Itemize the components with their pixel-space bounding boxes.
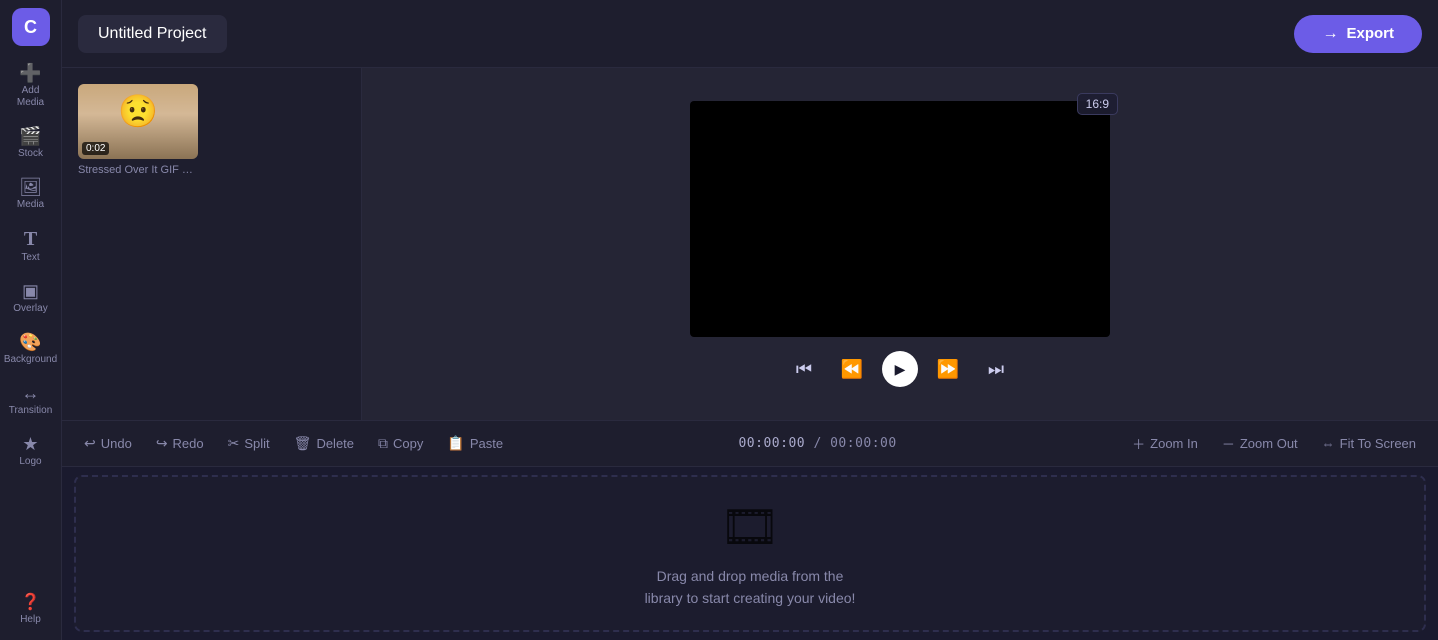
- timeline-toolbar: ↩ Undo ↪ Redo ✂ Split 🗑 Delete ⧉ Copy 📋: [62, 421, 1438, 467]
- overlay-icon: ▣: [22, 282, 39, 300]
- rewind-icon: ⏪: [841, 359, 863, 380]
- fast-forward-icon: ⏩: [937, 359, 959, 380]
- skip-end-button[interactable]: ⏭: [978, 351, 1014, 387]
- split-button[interactable]: ✂ Split: [218, 429, 280, 458]
- add-media-icon: ➕: [19, 64, 41, 82]
- undo-label: Undo: [101, 436, 132, 451]
- timecode-total: 00:00:00: [830, 436, 897, 451]
- undo-button[interactable]: ↩ Undo: [74, 429, 142, 458]
- playback-controls: ⏮ ⏪ ▶ ⏩ ⏭: [786, 351, 1014, 387]
- media-icon: 🖼: [19, 178, 42, 196]
- paste-label: Paste: [470, 436, 503, 451]
- copy-icon: ⧉: [378, 435, 388, 452]
- zoom-out-button[interactable]: － Zoom Out: [1212, 428, 1308, 459]
- media-panel: 0:02 Stressed Over It GIF by ...: [62, 68, 362, 420]
- help-icon: ❓: [21, 595, 41, 611]
- skip-end-icon: ⏭: [988, 359, 1004, 380]
- timecode-current: 00:00:00: [738, 436, 805, 451]
- sidebar-item-media[interactable]: 🖼 Media: [4, 170, 58, 217]
- split-icon: ✂: [228, 435, 240, 452]
- copy-button[interactable]: ⧉ Copy: [368, 429, 433, 458]
- sidebar-item-label: Background: [4, 354, 57, 366]
- paste-button[interactable]: 📋 Paste: [437, 429, 513, 458]
- clip-duration: 0:02: [82, 142, 109, 155]
- sidebar-item-text[interactable]: T Text: [4, 221, 58, 270]
- timeline-drop-zone[interactable]: 🎞 Drag and drop media from the library t…: [74, 475, 1426, 632]
- sidebar-item-transition[interactable]: ↔ Transition: [4, 376, 58, 423]
- undo-icon: ↩: [84, 435, 96, 452]
- drop-zone-icon: 🎞: [720, 498, 781, 555]
- sidebar-item-label: Media: [17, 199, 44, 211]
- logo-icon: ★: [22, 435, 38, 453]
- timecode-display: 00:00:00 / 00:00:00: [738, 436, 896, 451]
- video-preview: [690, 101, 1110, 337]
- sidebar-item-label: Help: [20, 614, 41, 626]
- zoom-in-button[interactable]: ＋ Zoom In: [1122, 428, 1208, 459]
- background-icon: 🎨: [19, 333, 41, 351]
- drop-zone-text: Drag and drop media from the library to …: [645, 565, 856, 610]
- preview-area: 16:9 ⏮ ⏪ ▶ ⏩ ⏭: [362, 68, 1438, 420]
- sidebar-item-label: Add Media: [8, 85, 54, 109]
- skip-start-icon: ⏮: [796, 359, 812, 380]
- export-label: Export: [1346, 25, 1394, 42]
- skip-start-button[interactable]: ⏮: [786, 351, 822, 387]
- sidebar-item-label: Transition: [9, 405, 53, 417]
- sidebar-item-logo[interactable]: ★ Logo: [4, 427, 58, 474]
- zoom-in-label: Zoom In: [1150, 436, 1198, 451]
- fit-to-screen-label: Fit To Screen: [1340, 436, 1416, 451]
- media-thumbnail[interactable]: 0:02: [78, 84, 198, 159]
- preview-container: 16:9: [690, 101, 1110, 337]
- drop-text-line1: Drag and drop media from the: [657, 568, 844, 584]
- sidebar-item-add-media[interactable]: ➕ Add Media: [4, 56, 58, 115]
- sidebar-item-overlay[interactable]: ▣ Overlay: [4, 274, 58, 321]
- redo-label: Redo: [173, 436, 204, 451]
- export-button[interactable]: → Export: [1294, 15, 1422, 53]
- sidebar-item-background[interactable]: 🎨 Background: [4, 325, 58, 372]
- sidebar: C ➕ Add Media 🎬 Stock 🖼 Media T Text ▣ O…: [0, 0, 62, 640]
- project-title[interactable]: Untitled Project: [78, 15, 227, 53]
- fast-forward-button[interactable]: ⏩: [930, 351, 966, 387]
- copy-label: Copy: [393, 436, 423, 451]
- fit-to-screen-button[interactable]: ⇔ Fit To Screen: [1312, 430, 1426, 457]
- play-icon: ▶: [895, 361, 906, 378]
- sidebar-item-label: Logo: [19, 456, 41, 468]
- zoom-out-label: Zoom Out: [1240, 436, 1298, 451]
- redo-icon: ↪: [156, 435, 168, 452]
- delete-label: Delete: [316, 436, 354, 451]
- rewind-button[interactable]: ⏪: [834, 351, 870, 387]
- sidebar-item-help[interactable]: ❓ Help: [4, 587, 58, 632]
- redo-button[interactable]: ↪ Redo: [146, 429, 214, 458]
- delete-button[interactable]: 🗑 Delete: [284, 429, 364, 458]
- export-arrow-icon: →: [1322, 25, 1338, 43]
- delete-icon: 🗑: [294, 435, 312, 452]
- text-icon: T: [24, 229, 37, 249]
- zoom-out-icon: －: [1222, 434, 1235, 453]
- paste-icon: 📋: [447, 435, 464, 452]
- content-row: 0:02 Stressed Over It GIF by ... 16:9 ⏮ …: [62, 68, 1438, 420]
- fit-to-screen-icon: ⇔: [1322, 436, 1335, 451]
- timecode-separator: /: [813, 436, 830, 451]
- timeline-area: ↩ Undo ↪ Redo ✂ Split 🗑 Delete ⧉ Copy 📋: [62, 420, 1438, 640]
- transition-icon: ↔: [22, 384, 40, 402]
- zoom-in-icon: ＋: [1132, 434, 1145, 453]
- sidebar-item-stock[interactable]: 🎬 Stock: [4, 119, 58, 166]
- stock-icon: 🎬: [19, 127, 41, 145]
- sidebar-item-label: Text: [21, 252, 39, 264]
- play-button[interactable]: ▶: [882, 351, 918, 387]
- topbar: Untitled Project → Export: [62, 0, 1438, 68]
- sidebar-item-label: Stock: [18, 148, 43, 160]
- drop-text-line2: library to start creating your video!: [645, 590, 856, 606]
- sidebar-item-label: Overlay: [13, 303, 47, 315]
- main-area: Untitled Project → Export 0:02 Stressed …: [62, 0, 1438, 640]
- aspect-ratio-badge: 16:9: [1077, 93, 1118, 115]
- split-label: Split: [244, 436, 269, 451]
- app-logo[interactable]: C: [12, 8, 50, 46]
- clip-label: Stressed Over It GIF by ...: [78, 164, 198, 176]
